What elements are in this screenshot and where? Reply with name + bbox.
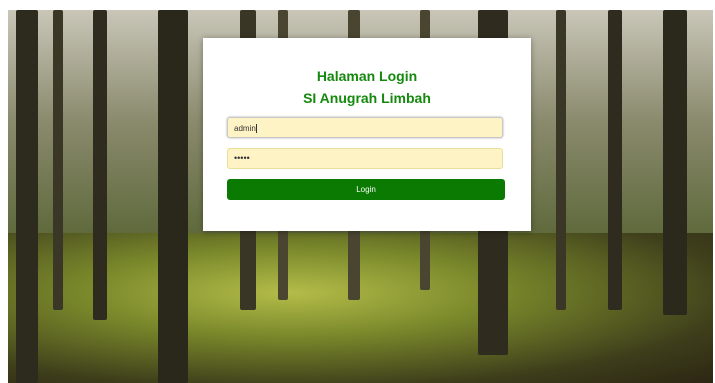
tree-trunk bbox=[158, 10, 188, 383]
tree-trunk bbox=[16, 10, 38, 383]
forest-background: Halaman Login SI Anugrah Limbah admin ••… bbox=[8, 10, 713, 383]
password-value: ••••• bbox=[234, 153, 250, 163]
username-input[interactable]: admin bbox=[227, 117, 503, 138]
tree-trunk bbox=[663, 10, 687, 315]
tree-trunk bbox=[608, 10, 622, 310]
login-title: Halaman Login bbox=[316, 68, 418, 84]
password-input[interactable]: ••••• bbox=[227, 148, 503, 169]
text-caret bbox=[255, 124, 257, 133]
login-card: Halaman Login SI Anugrah Limbah admin ••… bbox=[203, 38, 531, 231]
username-value: admin bbox=[234, 124, 256, 133]
tree-trunk bbox=[53, 10, 63, 310]
app-name-title: SI Anugrah Limbah bbox=[303, 90, 431, 106]
tree-trunk bbox=[93, 10, 107, 320]
login-button[interactable]: Login bbox=[227, 179, 505, 200]
tree-trunk bbox=[556, 10, 566, 310]
